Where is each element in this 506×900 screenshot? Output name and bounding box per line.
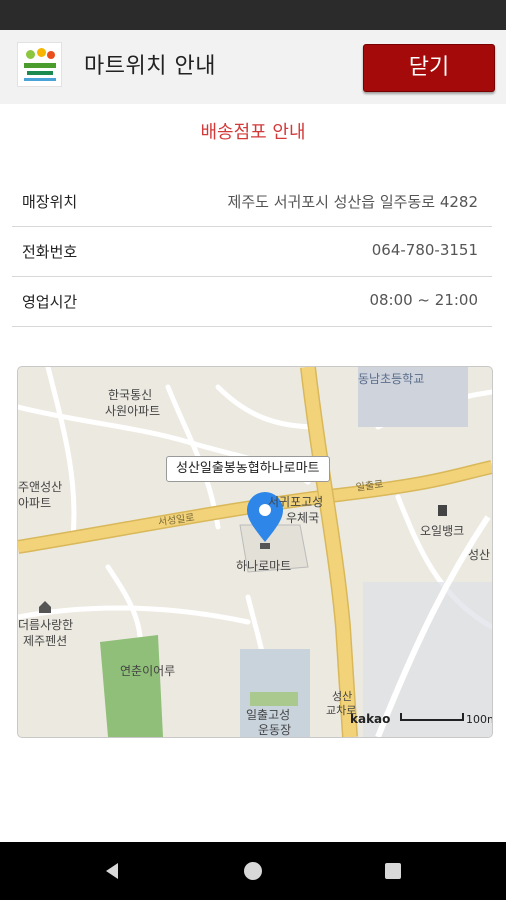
map-scale-text: 100m <box>466 713 492 726</box>
store-map[interactable]: 동남초등학교 한국통신 사원아파트 주앤성산 아파트 서귀포고성 우체국 하나로… <box>17 366 493 738</box>
home-circle-icon[interactable] <box>241 859 265 883</box>
back-triangle-icon[interactable] <box>100 859 124 883</box>
hours-value: 08:00 ~ 21:00 <box>369 291 478 309</box>
header-bar: 마트위치 안내 닫기 <box>0 30 506 104</box>
map-callout-store-name[interactable]: 성산일출봉농협하나로마트 <box>166 456 330 482</box>
phone-label: 전화번호 <box>22 243 78 261</box>
map-label-mart: 하나로마트 <box>236 559 292 573</box>
map-label-school2-line1: 일출고성 <box>246 708 291 722</box>
map-label-yeon: 연춘이어루 <box>120 664 176 678</box>
map-label-pension-line1: 더름사랑한 <box>18 618 74 632</box>
section-title: 배송점포 안내 <box>200 122 306 143</box>
map-label-school2-line2: 운동장 <box>258 723 292 737</box>
page-title: 마트위치 안내 <box>84 54 216 79</box>
map-label-apt1-line2: 사원아파트 <box>105 404 161 418</box>
info-row-hours: 영업시간 08:00 ~ 21:00 <box>12 277 492 327</box>
map-scale-bar <box>400 713 464 721</box>
mart-logo-icon <box>17 42 62 87</box>
hours-label: 영업시간 <box>22 293 78 311</box>
map-label-edge: 성산 <box>468 548 491 562</box>
map-label-school: 동남초등학교 <box>358 372 425 386</box>
map-base-graphic <box>18 367 492 737</box>
map-label-post-line1: 서귀포고성 <box>268 495 324 509</box>
map-label-apt1-line1: 한국통신 <box>108 388 153 402</box>
status-bar <box>0 0 506 30</box>
phone-value[interactable]: 064-780-3151 <box>372 241 478 259</box>
location-label: 매장위치 <box>22 193 78 211</box>
info-row-location: 매장위치 제주도 서귀포시 성산읍 일주동로 4282 <box>12 177 492 227</box>
map-label-apt2-line2: 아파트 <box>18 496 52 510</box>
map-label-pension-line2: 제주펜션 <box>23 634 68 648</box>
location-value: 제주도 서귀포시 성산읍 일주동로 4282 <box>227 193 478 211</box>
recents-square-icon[interactable] <box>381 859 405 883</box>
close-button[interactable]: 닫기 <box>363 44 495 92</box>
map-label-post-line2: 우체국 <box>286 511 320 525</box>
kakao-attribution: kakao <box>350 712 391 726</box>
map-label-bank: 오일뱅크 <box>420 524 465 538</box>
map-label-apt2-line1: 주앤성산 <box>18 480 63 494</box>
info-row-phone: 전화번호 064-780-3151 <box>12 227 492 277</box>
system-nav-bar <box>0 842 506 900</box>
